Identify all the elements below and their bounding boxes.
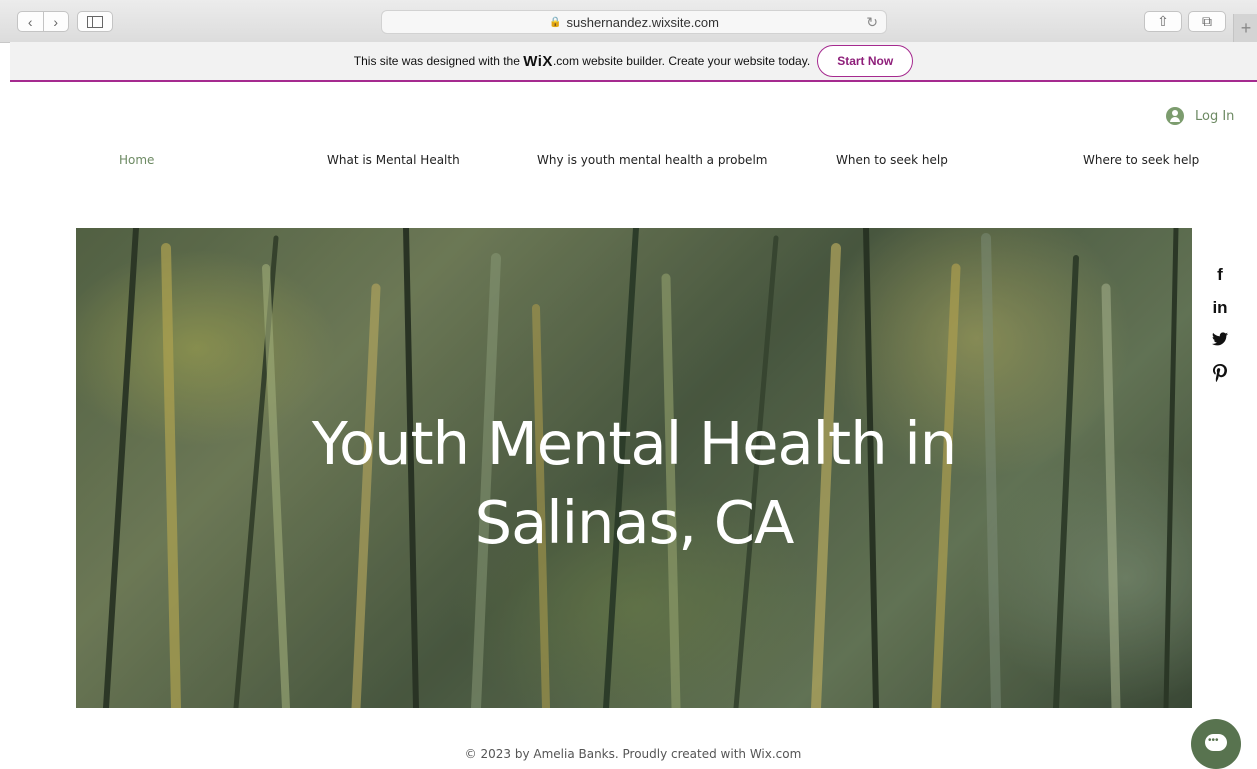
wix-logo: WiX — [523, 52, 553, 70]
url-text: sushernandez.wixsite.com — [566, 14, 719, 30]
user-avatar-icon — [1166, 107, 1184, 125]
banner-text-after: .com website builder. Create your websit… — [552, 54, 811, 68]
nav-item-what-is-mental-health[interactable]: What is Mental Health — [327, 153, 460, 167]
tabs-icon: ⧉ — [1202, 13, 1212, 29]
nav-item-home[interactable]: Home — [119, 153, 154, 167]
login-link[interactable]: Log In — [1166, 107, 1234, 125]
nav-item-when-to-seek-help[interactable]: When to seek help — [836, 153, 948, 167]
hero-title-line-2: Salinas, CA — [474, 488, 795, 557]
history-nav: ‹ › — [17, 11, 69, 32]
reload-icon[interactable]: ↻ — [866, 14, 878, 31]
hero-title-line-1: Youth Mental Health in — [311, 409, 957, 478]
social-bar: f in — [1208, 265, 1232, 397]
address-bar[interactable]: 🔒 sushernandez.wixsite.com ↻ — [381, 10, 887, 34]
nav-item-where-to-seek-help[interactable]: Where to seek help — [1083, 153, 1199, 167]
footer-text: © 2023 by Amelia Banks. Proudly created … — [464, 747, 802, 761]
banner-text-before: This site was designed with the — [353, 54, 520, 68]
pinterest-icon[interactable] — [1208, 364, 1232, 397]
chat-button[interactable] — [1191, 719, 1241, 769]
browser-toolbar: ‹ › 🔒 sushernandez.wixsite.com ↻ ⇧ ⧉ + — [0, 0, 1257, 43]
twitter-icon[interactable] — [1208, 331, 1232, 364]
hero-title: Youth Mental Health in Salinas, CA — [76, 404, 1192, 562]
linkedin-icon[interactable]: in — [1208, 298, 1232, 331]
forward-icon[interactable]: › — [44, 14, 69, 30]
back-icon[interactable]: ‹ — [18, 14, 43, 30]
login-label: Log In — [1195, 108, 1235, 124]
sidebar-icon — [87, 15, 103, 28]
wix-promo-banner: This site was designed with the WiX .com… — [10, 42, 1257, 82]
share-icon: ⇧ — [1157, 13, 1169, 29]
new-tab-button[interactable]: + — [1233, 14, 1257, 42]
start-now-button[interactable]: Start Now — [817, 45, 914, 77]
facebook-icon[interactable]: f — [1208, 265, 1232, 298]
show-tabs-button[interactable]: ⧉ — [1188, 11, 1226, 32]
share-button[interactable]: ⇧ — [1144, 11, 1182, 32]
chat-icon — [1205, 734, 1227, 751]
nav-item-why-youth-mental-health[interactable]: Why is youth mental health a probelm — [537, 153, 767, 167]
sidebar-toggle-button[interactable] — [77, 11, 113, 32]
hero-banner: Youth Mental Health in Salinas, CA — [76, 228, 1192, 708]
lock-icon: 🔒 — [549, 16, 562, 28]
